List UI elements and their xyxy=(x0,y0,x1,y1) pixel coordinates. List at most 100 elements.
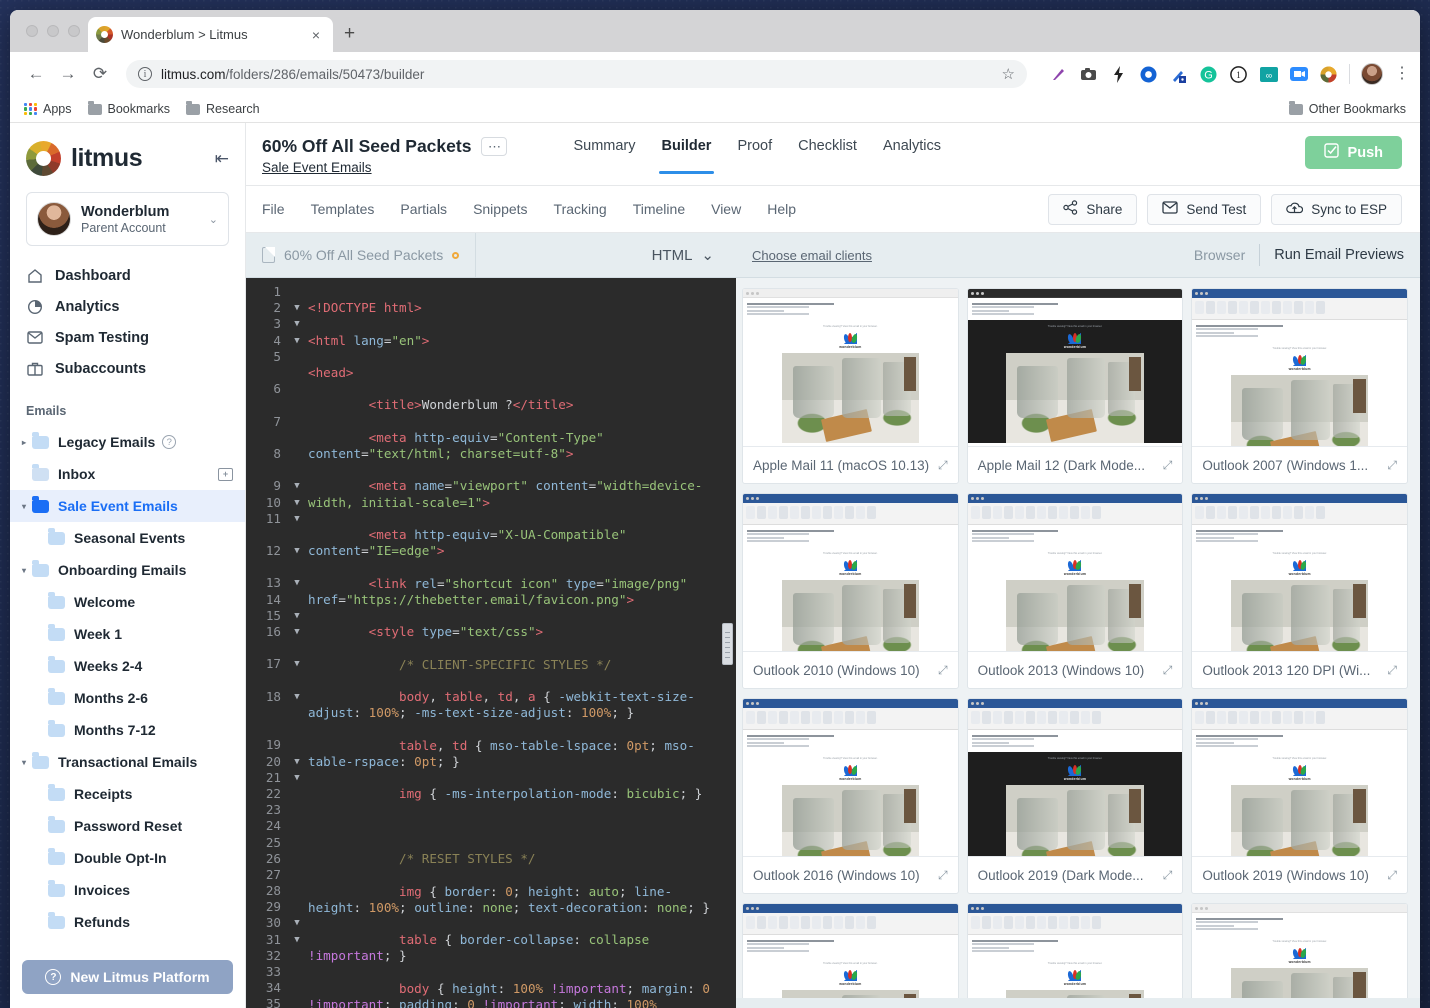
sidebar-item-weeks-2-4[interactable]: Weeks 2-4 xyxy=(10,650,245,682)
forward-button[interactable]: → xyxy=(54,60,82,88)
litmus-extension-icon[interactable] xyxy=(1319,65,1338,84)
grammarly-icon[interactable]: G xyxy=(1199,65,1218,84)
expand-preview-icon[interactable]: ⤢ xyxy=(1163,868,1173,883)
expand-preview-icon[interactable]: ⤢ xyxy=(1387,458,1397,473)
bookmark-research[interactable]: Research xyxy=(186,102,260,116)
sidebar-item-double-opt-in[interactable]: Double Opt-In xyxy=(10,842,245,874)
sidebar-item-legacy-emails[interactable]: ▸ Legacy Emails ? xyxy=(10,426,245,458)
fold-toggle-icon[interactable]: ▼ xyxy=(286,575,308,591)
push-button[interactable]: Push xyxy=(1305,136,1402,169)
email-preview-card[interactable]: Trouble viewing? View this email in your… xyxy=(967,493,1184,689)
profile-avatar[interactable] xyxy=(1361,63,1383,85)
expand-preview-icon[interactable]: ⤢ xyxy=(1387,868,1397,883)
expand-preview-icon[interactable]: ⤢ xyxy=(1163,663,1173,678)
pen-icon[interactable] xyxy=(1049,65,1068,84)
close-tab-icon[interactable]: × xyxy=(307,27,325,43)
email-preview-card[interactable]: Trouble viewing? View this email in your… xyxy=(967,288,1184,484)
expand-preview-icon[interactable]: ⤢ xyxy=(1387,663,1397,678)
help-icon[interactable]: ? xyxy=(162,435,176,449)
twisty-icon[interactable]: ▸ xyxy=(16,438,32,447)
close-window-button[interactable] xyxy=(26,25,38,37)
fold-toggle-icon[interactable]: ▼ xyxy=(286,478,308,494)
fold-toggle-icon[interactable]: ▼ xyxy=(286,656,308,688)
share-button[interactable]: Share xyxy=(1048,194,1137,225)
menu-templates[interactable]: Templates xyxy=(311,201,375,217)
fold-toggle-icon[interactable]: ▼ xyxy=(286,624,308,656)
fold-toggle-icon[interactable]: ▼ xyxy=(286,543,308,575)
fold-toggle-icon[interactable]: ▼ xyxy=(286,495,308,511)
menu-snippets[interactable]: Snippets xyxy=(473,201,527,217)
minimize-window-button[interactable] xyxy=(47,25,59,37)
infinity-icon[interactable]: ∞ xyxy=(1259,65,1278,84)
tab-proof[interactable]: Proof xyxy=(737,138,772,174)
fold-toggle-icon[interactable]: ▼ xyxy=(286,608,308,624)
expand-preview-icon[interactable]: ⤢ xyxy=(938,868,948,883)
account-switcher[interactable]: Wonderblum Parent Account ⌄ xyxy=(26,192,229,246)
menu-timeline[interactable]: Timeline xyxy=(633,201,685,217)
email-preview-card[interactable]: Trouble viewing? View this email in your… xyxy=(742,288,959,484)
menu-tracking[interactable]: Tracking xyxy=(554,201,607,217)
sidebar-item-spam-testing[interactable]: Spam Testing xyxy=(10,322,245,353)
lightning-icon[interactable] xyxy=(1109,65,1128,84)
code-area[interactable]: 1234567891011121314151617181920212223242… xyxy=(246,278,736,1008)
horizontal-scrollbar[interactable] xyxy=(736,998,1420,1008)
new-tab-button[interactable]: + xyxy=(344,24,355,43)
sidebar-item-seasonal-events[interactable]: Seasonal Events xyxy=(10,522,245,554)
email-preview-card[interactable]: Trouble viewing? View this email in your… xyxy=(1191,903,1408,998)
sidebar-item-inbox[interactable]: Inbox xyxy=(10,458,245,490)
sidebar-item-analytics[interactable]: Analytics xyxy=(10,291,245,322)
twisty-icon[interactable]: ▾ xyxy=(16,566,32,575)
sidebar-item-password-reset[interactable]: Password Reset xyxy=(10,810,245,842)
code-fold-gutter[interactable]: ▼▼▼▼▼▼▼▼▼▼▼▼▼▼▼▼ xyxy=(286,284,308,1008)
twisty-icon[interactable]: ▾ xyxy=(16,758,32,767)
email-preview-card[interactable]: Trouble viewing? View this email in your… xyxy=(1191,698,1408,894)
sidebar-item-refunds[interactable]: Refunds xyxy=(10,906,245,938)
language-selector[interactable]: HTML ⌄ xyxy=(630,246,736,264)
sync-to-esp-button[interactable]: Sync to ESP xyxy=(1271,194,1402,225)
bookmark-bookmarks[interactable]: Bookmarks xyxy=(88,102,171,116)
tab-checklist[interactable]: Checklist xyxy=(798,138,857,174)
email-preview-card[interactable]: Trouble viewing? View this email in your… xyxy=(967,903,1184,998)
reload-button[interactable]: ⟳ xyxy=(86,60,114,88)
sidebar-item-onboarding-emails[interactable]: ▾ Onboarding Emails xyxy=(10,554,245,586)
sidebar-item-week-1[interactable]: Week 1 xyxy=(10,618,245,650)
sidebar-item-welcome[interactable]: Welcome xyxy=(10,586,245,618)
sidebar-item-months-2-6[interactable]: Months 2-6 xyxy=(10,682,245,714)
onepassword-icon[interactable]: 1 xyxy=(1229,65,1248,84)
more-options-button[interactable]: ⋯ xyxy=(481,137,507,156)
sidebar-item-subaccounts[interactable]: Subaccounts xyxy=(10,353,245,384)
menu-partials[interactable]: Partials xyxy=(400,201,447,217)
editor-file-tab[interactable]: 60% Off All Seed Packets xyxy=(246,233,476,278)
back-button[interactable]: ← xyxy=(22,60,50,88)
fold-toggle-icon[interactable]: ▼ xyxy=(286,770,308,786)
editor-scrollbar-thumb[interactable] xyxy=(722,623,733,665)
fold-toggle-icon[interactable]: ▼ xyxy=(286,333,308,349)
sidebar-item-months-7-12[interactable]: Months 7-12 xyxy=(10,714,245,746)
sidebar-item-sale-event-emails[interactable]: ▾ Sale Event Emails xyxy=(10,490,245,522)
address-bar[interactable]: i litmus.com/folders/286/emails/50473/bu… xyxy=(126,60,1027,88)
chevron-down-icon[interactable]: ⌄ xyxy=(209,213,218,226)
zoom-video-icon[interactable] xyxy=(1289,65,1308,84)
fold-toggle-icon[interactable]: ▼ xyxy=(286,316,308,332)
menu-file[interactable]: File xyxy=(262,201,285,217)
fold-toggle-icon[interactable]: ▼ xyxy=(286,915,308,931)
menu-view[interactable]: View xyxy=(711,201,741,217)
email-preview-card[interactable]: Trouble viewing? View this email in your… xyxy=(1191,493,1408,689)
expand-preview-icon[interactable]: ⤢ xyxy=(938,458,948,473)
code-text[interactable]: <!DOCTYPE html> <html lang="en"> <head> … xyxy=(308,284,736,1008)
choose-email-clients-link[interactable]: Choose email clients xyxy=(752,248,872,263)
twisty-icon[interactable]: ▾ xyxy=(16,502,32,511)
sidebar-item-dashboard[interactable]: Dashboard xyxy=(10,260,245,291)
tab-builder[interactable]: Builder xyxy=(662,138,712,174)
email-preview-card[interactable]: Trouble viewing? View this email in your… xyxy=(1191,288,1408,484)
fold-toggle-icon[interactable]: ▼ xyxy=(286,689,308,738)
other-bookmarks[interactable]: Other Bookmarks xyxy=(1289,102,1406,116)
new-litmus-platform-button[interactable]: ? New Litmus Platform xyxy=(22,960,233,994)
tab-analytics[interactable]: Analytics xyxy=(883,138,941,174)
send-test-button[interactable]: Send Test xyxy=(1147,194,1261,225)
breadcrumb[interactable]: Sale Event Emails xyxy=(262,160,372,175)
fold-toggle-icon[interactable]: ▼ xyxy=(286,932,308,948)
run-email-previews-button[interactable]: Run Email Previews xyxy=(1274,247,1404,263)
chrome-menu-icon[interactable]: ⋮ xyxy=(1394,69,1408,79)
fold-toggle-icon[interactable]: ▼ xyxy=(286,511,308,543)
